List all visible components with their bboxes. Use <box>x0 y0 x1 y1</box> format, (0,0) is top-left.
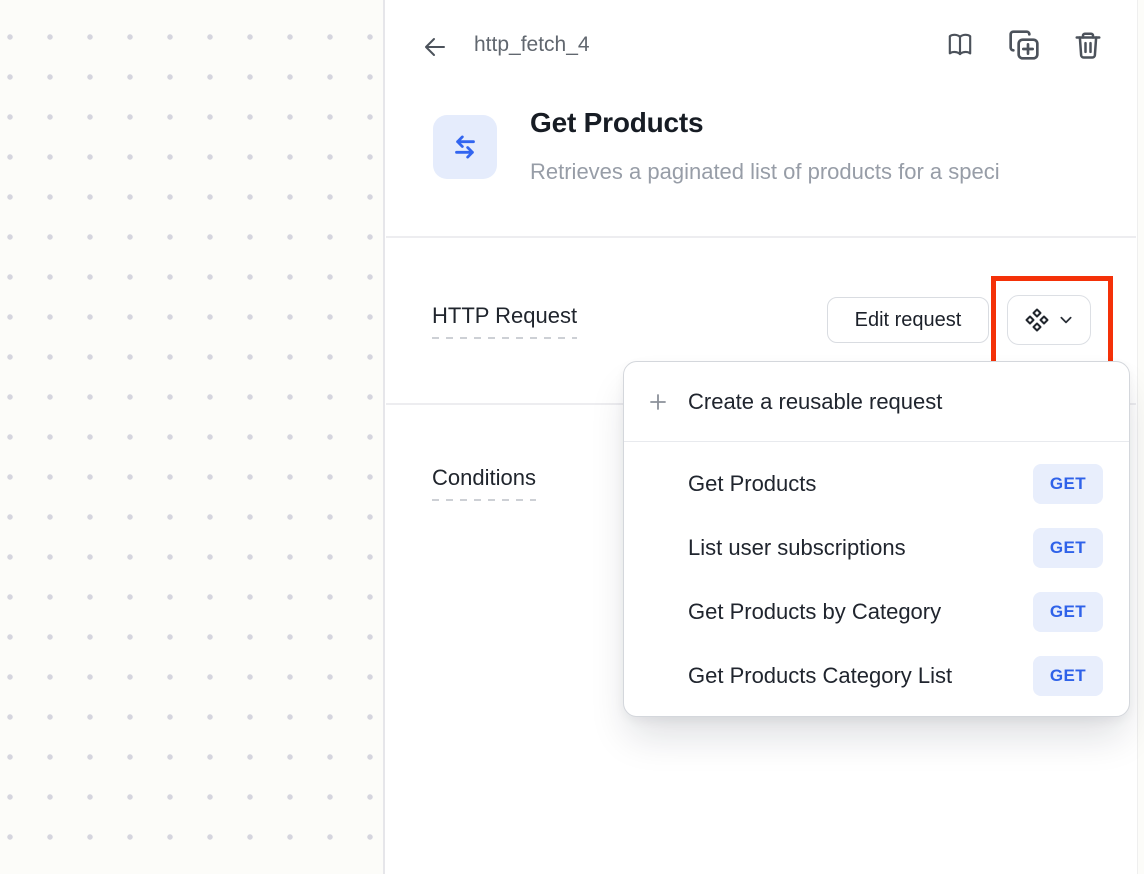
menu-item-list-user-subscriptions[interactable]: List user subscriptions GET <box>624 516 1129 580</box>
plus-icon <box>648 392 668 412</box>
method-badge: GET <box>1033 464 1103 504</box>
node-editor-screen: http_fetch_4 Get Products Retrieves a pa… <box>0 0 1144 874</box>
docs-button[interactable] <box>944 29 976 61</box>
delete-button[interactable] <box>1072 29 1104 61</box>
duplicate-button[interactable] <box>1008 29 1040 61</box>
section-divider <box>386 236 1136 238</box>
reusable-request-dropdown-trigger[interactable] <box>1007 295 1091 345</box>
docs-book-icon <box>945 30 975 60</box>
node-description: Retrieves a paginated list of products f… <box>530 159 1136 185</box>
menu-item-get-products-category-list[interactable]: Get Products Category List GET <box>624 644 1129 708</box>
menu-item-get-products-by-category[interactable]: Get Products by Category GET <box>624 580 1129 644</box>
node-type-tile <box>433 115 497 179</box>
chevron-down-icon <box>1058 312 1074 328</box>
edit-request-button[interactable]: Edit request <box>827 297 989 343</box>
conditions-label[interactable]: Conditions <box>432 465 536 501</box>
method-badge: GET <box>1033 528 1103 568</box>
create-reusable-request-label: Create a reusable request <box>688 389 942 415</box>
menu-item-get-products[interactable]: Get Products GET <box>624 452 1129 516</box>
method-badge: GET <box>1033 592 1103 632</box>
edit-request-button-label: Edit request <box>855 309 962 332</box>
node-id-label: http_fetch_4 <box>474 33 590 57</box>
create-reusable-request-item[interactable]: Create a reusable request <box>624 362 1129 442</box>
menu-item-label: Get Products by Category <box>688 599 941 625</box>
reusable-request-dropdown-menu: Create a reusable request Get Products G… <box>623 361 1130 717</box>
duplicate-icon <box>1008 29 1040 61</box>
node-title: Get Products <box>530 107 703 139</box>
trash-icon <box>1073 30 1103 60</box>
canvas-edge-strip <box>1137 0 1144 874</box>
workflow-canvas[interactable] <box>0 0 385 874</box>
swap-arrows-icon <box>448 130 482 164</box>
http-request-label[interactable]: HTTP Request <box>432 303 577 339</box>
method-badge: GET <box>1033 656 1103 696</box>
reusable-diamonds-icon <box>1025 308 1049 332</box>
menu-item-label: Get Products <box>688 471 816 497</box>
back-button[interactable] <box>419 31 451 63</box>
menu-item-label: List user subscriptions <box>688 535 906 561</box>
reusable-request-list: Get Products GET List user subscriptions… <box>624 442 1129 716</box>
back-arrow-icon <box>421 33 449 61</box>
menu-item-label: Get Products Category List <box>688 663 952 689</box>
